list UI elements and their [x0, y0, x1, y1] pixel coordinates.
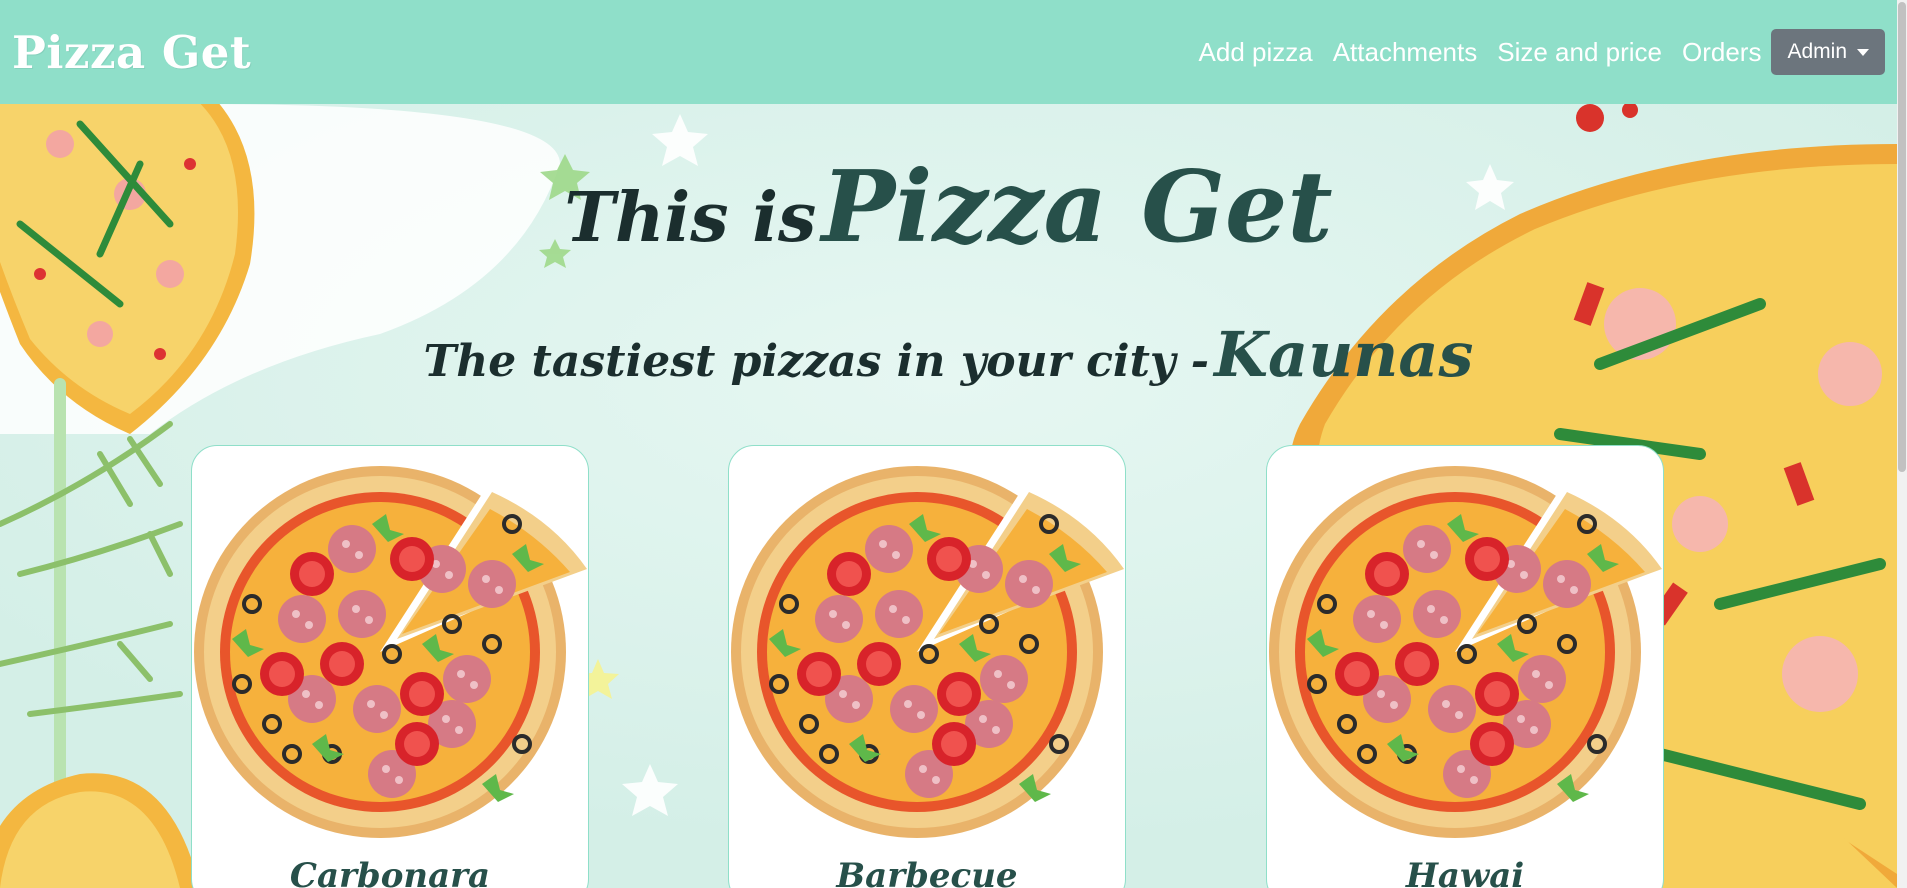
- hero-title-brand: Pizza Get: [821, 150, 1333, 265]
- pizza-image: [731, 466, 1125, 838]
- brand-logo[interactable]: Pizza Get: [12, 26, 251, 79]
- nav-link-orders[interactable]: Orders: [1672, 37, 1771, 68]
- nav-links: Add pizza Attachments Size and price Ord…: [1189, 29, 1885, 75]
- pizza-image: [194, 466, 588, 838]
- scrollbar[interactable]: [1897, 0, 1907, 888]
- pizza-card[interactable]: Barbecue: [728, 445, 1126, 888]
- hero-subtitle-text: The tastiest pizzas in your city -: [423, 336, 1210, 387]
- admin-dropdown-button[interactable]: Admin: [1771, 29, 1885, 75]
- pizza-card[interactable]: Hawai: [1266, 445, 1664, 888]
- pizza-name: Hawai: [1405, 856, 1525, 888]
- scrollbar-thumb[interactable]: [1898, 2, 1906, 472]
- pizza-image: [1269, 466, 1663, 838]
- caret-down-icon: [1857, 48, 1869, 56]
- pizza-name: Barbecue: [836, 856, 1018, 888]
- nav-link-size-and-price[interactable]: Size and price: [1487, 37, 1672, 68]
- nav-link-attachments[interactable]: Attachments: [1323, 37, 1488, 68]
- admin-label: Admin: [1787, 40, 1847, 63]
- hero-subtitle-city: Kaunas: [1214, 318, 1474, 391]
- pizza-name: Carbonara: [289, 856, 491, 888]
- pizza-card[interactable]: Carbonara: [191, 445, 589, 888]
- hero-title: This is Pizza Get: [0, 150, 1897, 265]
- nav-link-add-pizza[interactable]: Add pizza: [1189, 37, 1323, 68]
- hero-title-prefix: This is: [564, 178, 817, 258]
- navbar: Pizza Get Add pizza Attachments Size and…: [0, 0, 1897, 104]
- hero-subtitle: The tastiest pizzas in your city - Kauna…: [0, 318, 1897, 391]
